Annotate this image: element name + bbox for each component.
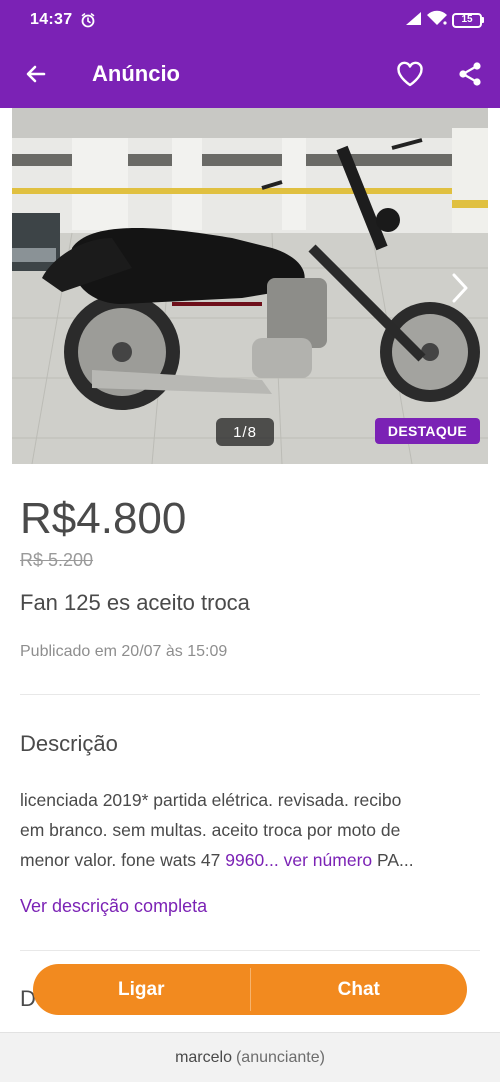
battery-level: 15 bbox=[452, 12, 482, 28]
heart-icon bbox=[397, 61, 423, 87]
wifi-icon bbox=[426, 10, 448, 31]
listing-title: Fan 125 es aceito troca bbox=[20, 590, 250, 615]
page-title: Anúncio bbox=[92, 61, 180, 86]
published-date: Publicado em 20/07 às 15:09 bbox=[20, 643, 228, 660]
seller-name: marcelo bbox=[175, 1048, 232, 1066]
app-bar: Anúncio bbox=[0, 40, 500, 108]
next-photo-button[interactable] bbox=[442, 266, 478, 310]
photo-counter: 1/8 bbox=[216, 418, 274, 446]
divider bbox=[20, 694, 480, 695]
call-button[interactable]: Ligar bbox=[33, 964, 250, 1015]
seller-role: (anunciante) bbox=[235, 1048, 325, 1066]
description-line-suffix: PA... bbox=[372, 850, 414, 870]
show-number-link[interactable]: 9960... ver número bbox=[225, 850, 372, 870]
divider bbox=[20, 950, 480, 951]
status-bar: 14:37 15 bbox=[0, 0, 500, 40]
alarm-icon bbox=[80, 12, 96, 28]
signal-icon bbox=[404, 10, 422, 31]
featured-badge: DESTAQUE bbox=[375, 418, 480, 444]
description-line-prefix: menor valor. fone wats 47 bbox=[20, 850, 226, 870]
listing-photo[interactable] bbox=[12, 108, 488, 464]
share-button[interactable] bbox=[440, 40, 500, 108]
full-description-link[interactable]: Ver descrição completa bbox=[20, 896, 207, 917]
chevron-right-icon bbox=[452, 273, 468, 303]
chat-button[interactable]: Chat bbox=[251, 964, 468, 1015]
favorite-button[interactable] bbox=[380, 40, 440, 108]
description-line: menor valor. fone wats 47 9960... ver nú… bbox=[20, 845, 482, 875]
description-heading: Descrição bbox=[20, 731, 118, 756]
status-time: 14:37 bbox=[30, 11, 73, 28]
price: R$4.800 bbox=[20, 494, 187, 543]
description-line: licenciada 2019* partida elétrica. revis… bbox=[20, 790, 402, 810]
back-button[interactable] bbox=[0, 40, 72, 108]
arrow-back-icon bbox=[26, 65, 46, 83]
seller-footer: marcelo (anunciante) bbox=[0, 1032, 500, 1082]
share-icon bbox=[459, 62, 481, 86]
battery-icon: 15 bbox=[452, 12, 484, 28]
contact-actions: Ligar Chat bbox=[33, 964, 467, 1015]
old-price: R$ 5.200 bbox=[20, 550, 94, 570]
description-line: em branco. sem multas. aceito troca por … bbox=[20, 820, 401, 840]
description-text: licenciada 2019* partida elétrica. revis… bbox=[20, 785, 482, 875]
motorcycle-photo bbox=[12, 108, 488, 464]
